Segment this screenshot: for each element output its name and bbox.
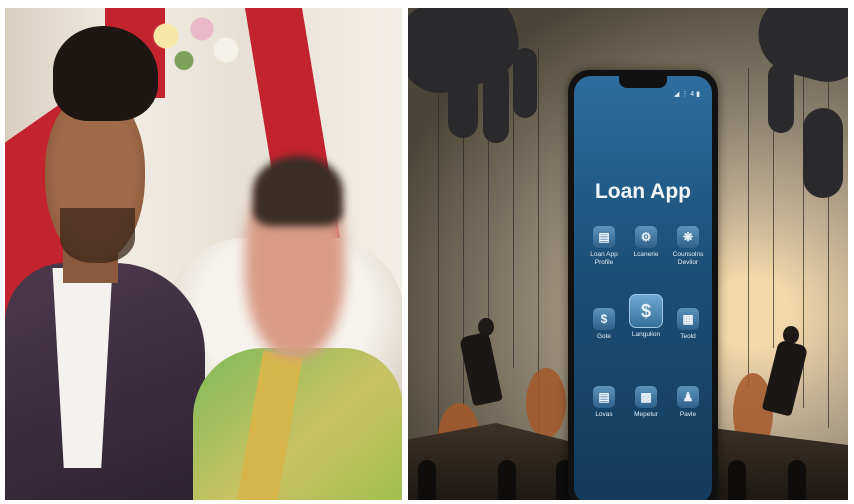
app-icon-label: Lovas [595, 411, 613, 418]
calendar-icon: ▦ [677, 308, 699, 330]
puppet-string [828, 48, 829, 428]
crowd-silhouette [788, 460, 806, 500]
bride-hair [253, 156, 343, 226]
app-icon-label: Langulion [631, 331, 661, 338]
app-icon-label: Counsolns Devilor [672, 251, 704, 266]
crowd-silhouette [498, 460, 516, 500]
app-icon-label: Teold [680, 333, 696, 340]
app-icon-teold[interactable]: ▦ Teold [666, 308, 710, 341]
puppeteer-finger [513, 48, 537, 118]
app-icon-label: Loan App Profile [590, 251, 618, 266]
groom-beard [60, 208, 135, 263]
chart-icon: ▩ [635, 386, 657, 408]
document-icon: ▤ [593, 386, 615, 408]
document-icon: ▤ [593, 226, 615, 248]
app-icon-langulion[interactable]: $ Langulion [624, 294, 668, 339]
loan-app-illustration: ◢ ⋮ 4 ▮ Loan App ▤ Loan App Profile ⚙ Lc… [408, 8, 848, 500]
app-icon-label: Pavle [679, 411, 697, 418]
gear-icon: ⚙ [635, 226, 657, 248]
crowd-silhouette [418, 460, 436, 500]
autumn-tree [526, 368, 566, 438]
puppeteer-finger [483, 63, 509, 143]
wedding-photo [5, 8, 402, 500]
puppeteer-finger [768, 63, 794, 133]
app-icon-label: Mepetur [634, 411, 658, 418]
groom-hair [53, 26, 158, 121]
puppeteer-finger [448, 68, 478, 138]
status-bar: ◢ ⋮ 4 ▮ [674, 91, 700, 98]
crowd-silhouette [728, 460, 746, 500]
app-icon-gote[interactable]: $ Gote [582, 308, 626, 341]
puppeteer-finger [803, 108, 843, 198]
app-icon-label: Lcanerie [633, 251, 659, 258]
app-icon-lcanerie[interactable]: ⚙ Lcanerie [624, 226, 668, 259]
puppet-string [513, 68, 514, 368]
person-icon: ♟ [677, 386, 699, 408]
app-icon-mepetur[interactable]: ▩ Mepetur [624, 386, 668, 419]
puppet-string [748, 68, 749, 388]
app-icon-loan-profile[interactable]: ▤ Loan App Profile [582, 226, 626, 267]
app-icon-pavle[interactable]: ♟ Pavle [666, 386, 710, 419]
app-icon-label: Gote [596, 333, 612, 340]
house-dollar-icon: $ [629, 294, 663, 328]
puppet-string [438, 68, 439, 448]
app-icon-lovas[interactable]: ▤ Lovas [582, 386, 626, 419]
app-icon-counsolns[interactable]: ❋ Counsolns Devilor [666, 226, 710, 267]
shield-dollar-icon: $ [593, 308, 615, 330]
app-title: Loan App [594, 180, 692, 203]
phone-screen: ◢ ⋮ 4 ▮ Loan App ▤ Loan App Profile ⚙ Lc… [574, 76, 712, 500]
phone-notch [619, 76, 667, 88]
cog-icon: ❋ [677, 226, 699, 248]
smartphone: ◢ ⋮ 4 ▮ Loan App ▤ Loan App Profile ⚙ Lc… [568, 70, 718, 500]
